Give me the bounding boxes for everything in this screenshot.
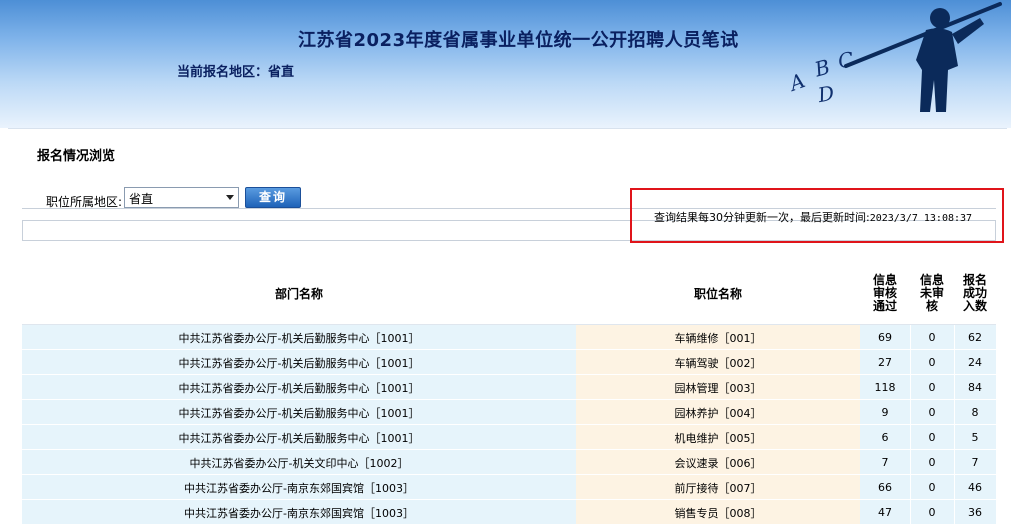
approved-cell: 9 — [860, 400, 910, 425]
dept-cell: 中共江苏省委办公厅-机关后勤服务中心［1001］ — [22, 350, 576, 375]
col-divider — [910, 375, 911, 400]
logo-letter-d: D — [816, 80, 837, 108]
dept-cell: 中共江苏省委办公厅-机关后勤服务中心［1001］ — [22, 400, 576, 425]
position-cell: 车辆驾驶［002］ — [576, 350, 860, 375]
col-divider — [954, 450, 955, 475]
header-approved: 信息审核通过 — [872, 272, 897, 313]
current-region-label: 当前报名地区：省直 — [177, 65, 295, 80]
paid-cell: 5 — [954, 425, 996, 450]
approved-cell: 47 — [860, 500, 910, 525]
paid-cell: 36 — [954, 500, 996, 525]
page-title: 江苏省2023年度省属事业单位统一公开招聘人员笔试 — [298, 30, 739, 51]
section-title: 报名情况浏览 — [37, 149, 116, 164]
table-row: 中共江苏省委办公厅-机关后勤服务中心［1001］ 车辆驾驶［002］ 27 0 … — [22, 350, 996, 375]
table-row: 中共江苏省委办公厅-机关文印中心［1002］ 会议速录［006］ 7 0 7 — [22, 450, 996, 475]
dept-cell: 中共江苏省委办公厅-南京东郊国宾馆［1003］ — [22, 500, 576, 525]
table-row: 中共江苏省委办公厅-机关后勤服务中心［1001］ 园林管理［003］ 118 0… — [22, 375, 996, 400]
approved-cell: 118 — [860, 375, 910, 400]
col-divider — [954, 500, 955, 525]
col-divider — [910, 400, 911, 425]
update-note: 查询结果每30分钟更新一次，最后更新时间:2023/3/7 13:08:37 — [654, 209, 972, 225]
col-divider — [910, 425, 911, 450]
position-cell: 车辆维修［001］ — [576, 325, 860, 350]
position-cell: 园林养护［004］ — [576, 400, 860, 425]
pending-cell: 0 — [910, 375, 954, 400]
col-divider — [954, 375, 955, 400]
pending-cell: 0 — [910, 325, 954, 350]
dept-cell: 中共江苏省委办公厅-机关后勤服务中心［1001］ — [22, 425, 576, 450]
header-dept: 部门名称 — [274, 286, 323, 301]
dept-cell: 中共江苏省委办公厅-机关后勤服务中心［1001］ — [22, 375, 576, 400]
pending-cell: 0 — [910, 450, 954, 475]
query-button[interactable]: 查询 — [245, 187, 301, 208]
logo-letter-b: B — [812, 54, 833, 82]
paid-cell: 46 — [954, 475, 996, 500]
table-row: 中共江苏省委办公厅-南京东郊国宾馆［1003］ 销售专员［008］ 47 0 3… — [22, 500, 996, 525]
col-divider — [910, 500, 911, 525]
position-cell: 前厅接待［007］ — [576, 475, 860, 500]
col-divider — [910, 325, 911, 350]
dept-cell: 中共江苏省委办公厅-机关后勤服务中心［1001］ — [22, 325, 576, 350]
approved-cell: 66 — [860, 475, 910, 500]
paid-cell: 7 — [954, 450, 996, 475]
pending-cell: 0 — [910, 475, 954, 500]
approved-cell: 27 — [860, 350, 910, 375]
approved-cell: 6 — [860, 425, 910, 450]
position-cell: 园林管理［003］ — [576, 375, 860, 400]
table-row: 中共江苏省委办公厅-机关后勤服务中心［1001］ 机电维护［005］ 6 0 5 — [22, 425, 996, 450]
region-select-value: 省直 — [129, 192, 154, 206]
col-divider — [910, 350, 911, 375]
position-cell: 销售专员［008］ — [576, 500, 860, 525]
col-divider — [954, 425, 955, 450]
col-divider — [954, 325, 955, 350]
paid-cell: 84 — [954, 375, 996, 400]
paid-cell: 24 — [954, 350, 996, 375]
dept-cell: 中共江苏省委办公厅-南京东郊国宾馆［1003］ — [22, 475, 576, 500]
position-cell: 会议速录［006］ — [576, 450, 860, 475]
pending-cell: 0 — [910, 350, 954, 375]
table-row: 中共江苏省委办公厅-机关后勤服务中心［1001］ 园林养护［004］ 9 0 8 — [22, 400, 996, 425]
approved-cell: 69 — [860, 325, 910, 350]
row-divider — [22, 524, 996, 525]
chevron-down-icon — [226, 195, 234, 200]
paid-cell: 8 — [954, 400, 996, 425]
position-cell: 机电维护［005］ — [576, 425, 860, 450]
pending-cell: 0 — [910, 500, 954, 525]
table-row: 中共江苏省委办公厅-南京东郊国宾馆［1003］ 前厅接待［007］ 66 0 4… — [22, 475, 996, 500]
col-divider — [910, 475, 911, 500]
table-row: 中共江苏省委办公厅-机关后勤服务中心［1001］ 车辆维修［001］ 69 0 … — [22, 325, 996, 350]
dept-cell: 中共江苏省委办公厅-机关文印中心［1002］ — [22, 450, 576, 475]
pending-cell: 0 — [910, 400, 954, 425]
header-position: 职位名称 — [693, 286, 742, 301]
approved-cell: 7 — [860, 450, 910, 475]
region-select[interactable]: 省直 — [124, 187, 239, 208]
update-time: 2023/3/7 13:08:37 — [869, 213, 973, 224]
header-banner: 江苏省2023年度省属事业单位统一公开招聘人员笔试 当前报名地区：省直 A B … — [0, 0, 1011, 128]
col-divider — [954, 350, 955, 375]
header-paid: 报名成功入数 — [963, 272, 988, 313]
col-divider — [954, 475, 955, 500]
pending-cell: 0 — [910, 425, 954, 450]
update-note-text: 查询结果每30分钟更新一次，最后更新时间: — [654, 211, 870, 224]
col-divider — [910, 450, 911, 475]
paid-cell: 62 — [954, 325, 996, 350]
logo-letter-a: A — [786, 68, 809, 96]
writer-figure-icon — [844, 2, 1002, 112]
header-pending: 信息未审核 — [919, 272, 944, 313]
col-divider — [954, 400, 955, 425]
